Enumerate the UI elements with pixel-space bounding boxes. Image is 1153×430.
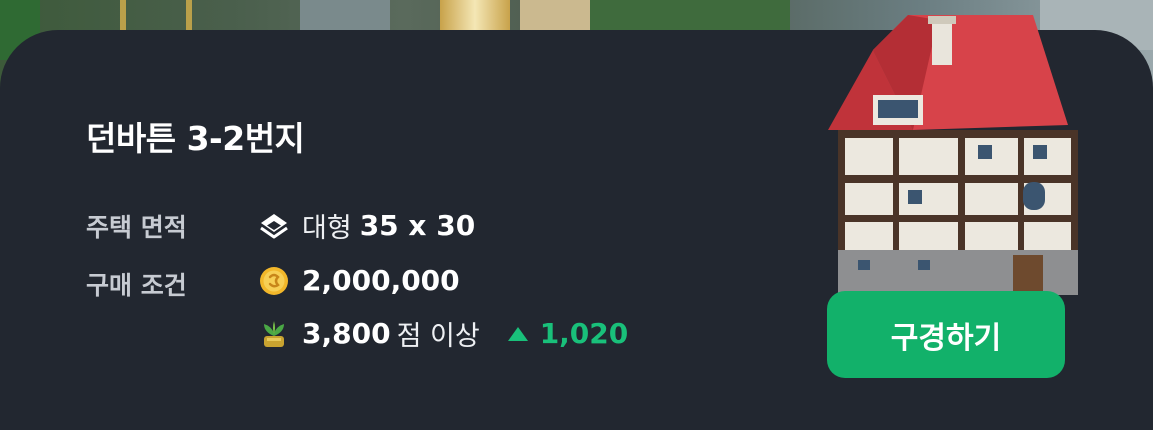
size-value: 35 x 30 — [359, 209, 476, 242]
score-value: 3,800 — [302, 317, 391, 350]
house-illustration — [828, 15, 1078, 295]
house-title: 던바튼 3-2번지 — [86, 119, 305, 158]
layers-icon — [258, 210, 290, 242]
area-label: 주택 면적 — [86, 213, 187, 242]
price-value: 2,000,000 — [302, 264, 460, 297]
score-delta: 1,020 — [539, 317, 629, 350]
view-house-button[interactable]: 구경하기 — [827, 291, 1065, 378]
size-word: 대형 — [302, 213, 352, 244]
background-pillar — [300, 0, 390, 30]
score-row: 3,800 점 이상 1,020 — [258, 314, 628, 353]
background-lantern — [440, 0, 510, 30]
score-suffix: 점 이상 — [396, 321, 480, 352]
gold-coin-icon — [258, 265, 290, 297]
purchase-label: 구매 조건 — [86, 271, 187, 300]
background-block — [520, 0, 590, 30]
area-row: 대형 35 x 30 — [258, 206, 475, 245]
up-triangle-icon — [506, 322, 530, 346]
trophy-plant-icon — [258, 318, 290, 350]
background-grass — [590, 0, 790, 30]
price-row: 2,000,000 — [258, 264, 460, 297]
